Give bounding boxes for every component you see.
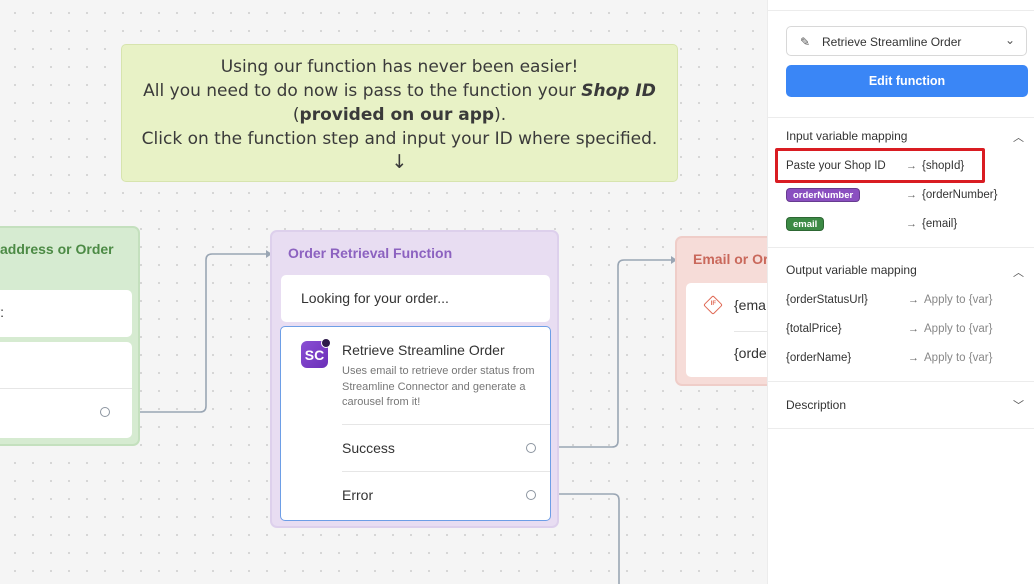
if-icon: IF (703, 295, 723, 315)
condition-step[interactable]: IF {ema {orde (686, 283, 767, 377)
condition-row-2: {orde (734, 345, 767, 361)
streamline-logo-icon: SC (301, 338, 331, 368)
output-port[interactable] (100, 407, 110, 417)
output-target-apply[interactable]: Apply to {var} (924, 352, 992, 364)
note-paren-close: ). (494, 105, 507, 125)
function-description: Uses email to retrieve order status from… (342, 365, 535, 408)
left-block-card-text: w: (0, 304, 4, 320)
output-source-order-name: {orderName} (786, 352, 852, 364)
note-line-1: Using our function has never been easier… (220, 57, 579, 77)
pencil-icon: ✎ (800, 35, 811, 49)
input-target-order-number[interactable]: {orderNumber} (922, 189, 997, 201)
block-title: Order Retrieval Function (288, 245, 453, 261)
function-settings-panel: ✎ Retrieve Streamline Order ⌄ Edit funct… (767, 0, 1034, 584)
chevron-down-icon[interactable]: ﹀ (1013, 397, 1024, 413)
error-port[interactable] (526, 490, 536, 500)
success-path-label: Success (342, 440, 395, 456)
description-title[interactable]: Description (786, 398, 846, 412)
output-mapping-title[interactable]: Output variable mapping (786, 263, 917, 277)
arrow-right-icon: → (908, 294, 919, 306)
success-port[interactable] (526, 443, 536, 453)
output-source-order-status-url: {orderStatusUrl} (786, 294, 868, 306)
shop-id-highlight-box (775, 148, 985, 183)
left-block-card[interactable]: w: (0, 290, 132, 337)
chevron-up-icon[interactable]: ︿ (1013, 129, 1024, 145)
note-line-2: All you need to do now is pass to the fu… (122, 79, 677, 103)
left-block-title: address or Order (0, 241, 114, 257)
instruction-note: Using our function has never been easier… (121, 44, 678, 182)
divider (0, 388, 132, 389)
divider (768, 247, 1034, 248)
condition-row-1: {ema (734, 297, 766, 313)
note-paren-open: ( (292, 105, 300, 125)
note-line-3: (provided on our app). (122, 103, 677, 127)
arrow-right-icon: → (906, 218, 917, 230)
function-step[interactable]: SC Retrieve Streamline Order Uses email … (280, 326, 551, 521)
divider (768, 117, 1034, 118)
divider (768, 428, 1034, 429)
output-source-total-price: {totalPrice} (786, 323, 842, 335)
arrow-right-icon: → (908, 323, 919, 335)
right-block[interactable]: Email or Orde IF {ema {orde (675, 236, 767, 386)
error-path-label: Error (342, 487, 374, 503)
logo-text: SC (304, 347, 325, 363)
left-block-card-2[interactable] (0, 342, 132, 438)
function-select[interactable]: ✎ Retrieve Streamline Order ⌄ (786, 26, 1027, 56)
email-pill[interactable]: email (786, 217, 825, 231)
chevron-up-icon[interactable]: ︿ (1013, 264, 1024, 280)
function-select-value: Retrieve Streamline Order (822, 35, 962, 49)
output-target-apply[interactable]: Apply to {var} (924, 294, 992, 306)
right-block-title: Email or Orde (693, 251, 767, 267)
logo-badge (321, 338, 331, 348)
divider (342, 424, 550, 425)
order-number-pill[interactable]: orderNumber (786, 188, 861, 202)
down-arrow-icon: ↓ (391, 151, 408, 173)
divider (768, 10, 1034, 11)
edit-function-button[interactable]: Edit function (786, 65, 1028, 97)
note-line-4: Click on the function step and input you… (141, 129, 658, 149)
note-shop-id: Shop ID (581, 81, 656, 101)
divider (768, 381, 1034, 382)
flow-canvas[interactable]: Using our function has never been easier… (0, 0, 767, 584)
input-target-email[interactable]: {email} (922, 218, 957, 230)
chevron-down-icon: ⌄ (1004, 33, 1015, 47)
arrow-right-icon: → (906, 189, 917, 201)
message-text: Looking for your order... (301, 290, 449, 306)
note-provided-text: provided on our app (299, 105, 495, 125)
divider (342, 471, 550, 472)
left-block[interactable]: address or Order w: (0, 226, 140, 446)
function-name: Retrieve Streamline Order (342, 342, 505, 358)
arrow-right-icon: → (908, 352, 919, 364)
output-target-apply[interactable]: Apply to {var} (924, 323, 992, 335)
divider (734, 331, 767, 332)
note-line-2-text: All you need to do now is pass to the fu… (143, 81, 582, 101)
message-step[interactable]: Looking for your order... (281, 275, 550, 322)
input-mapping-title[interactable]: Input variable mapping (786, 129, 907, 143)
order-retrieval-block[interactable]: Order Retrieval Function Looking for you… (270, 230, 559, 528)
